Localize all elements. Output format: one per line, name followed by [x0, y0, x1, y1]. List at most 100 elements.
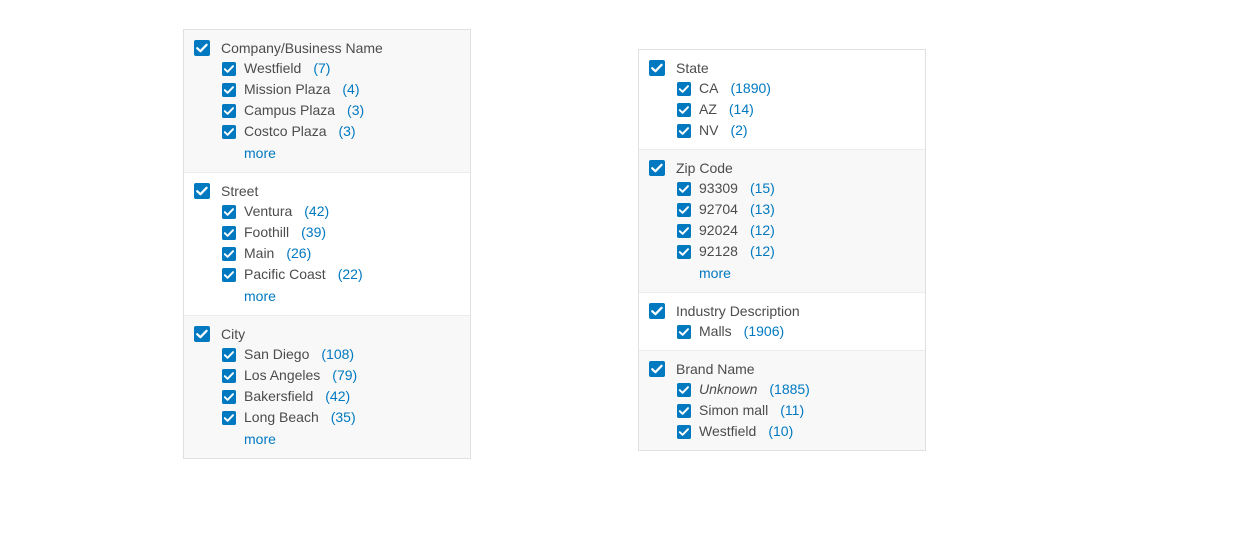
checkbox-group-street[interactable] [194, 183, 210, 199]
filter-item-count: (42) [325, 386, 350, 407]
checkbox-item-costco-plaza[interactable] [222, 125, 236, 139]
filter-item-label: San Diego [244, 344, 309, 365]
filter-item-count: (1890) [730, 78, 770, 99]
checkbox-item-ca[interactable] [677, 82, 691, 96]
filter-item-label: NV [699, 120, 718, 141]
filter-item-label: Ventura [244, 201, 292, 222]
filter-item-92128: 92128(12) [677, 241, 915, 262]
filter-item-ventura: Ventura (42) [222, 201, 460, 222]
filter-item-label: Westfield [244, 58, 301, 79]
filter-item-count: (1906) [744, 321, 784, 342]
filter-items: Westfield(7)Mission Plaza(4)Campus Plaza… [194, 58, 460, 164]
filter-item-count: (22) [338, 264, 363, 285]
filter-item-label: 93309 [699, 178, 738, 199]
checkbox-item-unknown[interactable] [677, 383, 691, 397]
more-link-street[interactable]: more [222, 285, 460, 307]
checkbox-item-san-diego[interactable] [222, 348, 236, 362]
filter-item-count: (79) [332, 365, 357, 386]
checkbox-item-93309[interactable] [677, 182, 691, 196]
checkbox-item-nv[interactable] [677, 124, 691, 138]
more-link-company-business-name[interactable]: more [222, 142, 460, 164]
filter-item-nv: NV(2) [677, 120, 915, 141]
filter-item-label: Main [244, 243, 274, 264]
filter-item-san-diego: San Diego(108) [222, 344, 460, 365]
checkbox-item-ventura[interactable] [222, 205, 236, 219]
checkbox-item-az[interactable] [677, 103, 691, 117]
filter-group-header-industry-description: Industry Description [649, 301, 915, 321]
checkbox-item-westfield[interactable] [222, 62, 236, 76]
filter-item-malls: Malls (1906) [677, 321, 915, 342]
filter-group-header-city: City [194, 324, 460, 344]
filter-items: CA(1890)AZ(14)NV(2) [649, 78, 915, 141]
filter-item-count: (35) [331, 407, 356, 428]
filter-items: Ventura (42)Foothill(39)Main(26)Pacific C… [194, 201, 460, 307]
filter-group-industry-description: Industry DescriptionMalls (1906) [639, 292, 925, 350]
checkbox-item-92704[interactable] [677, 203, 691, 217]
checkbox-item-foothill[interactable] [222, 226, 236, 240]
filter-item-count: (3) [338, 121, 355, 142]
filter-item-count: (3) [347, 100, 364, 121]
checkbox-item-bakersfield[interactable] [222, 390, 236, 404]
filter-item-92704: 92704(13) [677, 199, 915, 220]
filter-item-count: (42) [304, 201, 329, 222]
filter-item-label: Mission Plaza [244, 79, 330, 100]
filter-group-title: Brand Name [676, 359, 755, 379]
checkbox-item-main[interactable] [222, 247, 236, 261]
filter-item-main: Main(26) [222, 243, 460, 264]
checkbox-item-los-angeles[interactable] [222, 369, 236, 383]
filter-item-count: (14) [729, 99, 754, 120]
checkbox-item-malls[interactable] [677, 325, 691, 339]
filter-group-header-brand-name: Brand Name [649, 359, 915, 379]
more-link-city[interactable]: more [222, 428, 460, 450]
more-link-zip-code[interactable]: more [677, 262, 915, 284]
filter-item-label: Westfield [699, 421, 756, 442]
filter-item-label: Bakersfield [244, 386, 313, 407]
checkbox-group-industry-description[interactable] [649, 303, 665, 319]
checkbox-item-pacific-coast[interactable] [222, 268, 236, 282]
filter-item-bakersfield: Bakersfield (42) [222, 386, 460, 407]
checkbox-item-92128[interactable] [677, 245, 691, 259]
filter-items: San Diego(108)Los Angeles(79)Bakersfield… [194, 344, 460, 450]
filter-item-count: (10) [768, 421, 793, 442]
filter-item-ca: CA (1890) [677, 78, 915, 99]
filter-item-count: (7) [313, 58, 330, 79]
checkbox-item-long-beach[interactable] [222, 411, 236, 425]
filter-item-label: 92024 [699, 220, 738, 241]
checkbox-item-mission-plaza[interactable] [222, 83, 236, 97]
filter-item-count: (12) [750, 220, 775, 241]
checkbox-item-westfield[interactable] [677, 425, 691, 439]
filter-item-pacific-coast: Pacific Coast (22) [222, 264, 460, 285]
filter-item-count: (15) [750, 178, 775, 199]
filter-item-costco-plaza: Costco Plaza(3) [222, 121, 460, 142]
checkbox-group-zip-code[interactable] [649, 160, 665, 176]
filter-item-label: Long Beach [244, 407, 319, 428]
filter-group-street: StreetVentura(42)Foothill(39)Main(26)Pac… [184, 172, 470, 315]
filter-group-brand-name: Brand NameUnknown(1885)Simon mall(11)Wes… [639, 350, 925, 450]
filter-group-header-state: State [649, 58, 915, 78]
checkbox-item-92024[interactable] [677, 224, 691, 238]
checkbox-item-campus-plaza[interactable] [222, 104, 236, 118]
filter-item-foothill: Foothill(39) [222, 222, 460, 243]
filter-item-label: CA [699, 78, 718, 99]
checkbox-group-brand-name[interactable] [649, 361, 665, 377]
checkbox-group-state[interactable] [649, 60, 665, 76]
filter-group-header-company-business-name: Company/Business Name [194, 38, 460, 58]
filter-item-label: Pacific Coast [244, 264, 326, 285]
filter-items: 93309 (15)92704(13)92024 (12)92128(12)more [649, 178, 915, 284]
filter-item-93309: 93309 (15) [677, 178, 915, 199]
filter-group-title: Zip Code [676, 158, 733, 178]
filter-group-title: Industry Description [676, 301, 800, 321]
filter-item-label: Malls [699, 321, 732, 342]
filter-item-count: (4) [342, 79, 359, 100]
filter-group-company-business-name: Company/Business NameWestfield (7)Mission… [184, 30, 470, 172]
filter-group-state: StateCA(1890)AZ(14)NV(2) [639, 50, 925, 149]
checkbox-group-city[interactable] [194, 326, 210, 342]
filter-group-zip-code: Zip Code93309 (15)92704(13)92024 (12)92128… [639, 149, 925, 292]
filter-item-count: (1885) [769, 379, 809, 400]
checkbox-item-simon-mall[interactable] [677, 404, 691, 418]
filter-item-simon-mall: Simon mall(11) [677, 400, 915, 421]
filter-item-westfield: Westfield (7) [222, 58, 460, 79]
filter-item-long-beach: Long Beach (35) [222, 407, 460, 428]
filter-group-city: CitySan Diego(108)Los Angeles(79)Bakersf… [184, 315, 470, 458]
checkbox-group-company-business-name[interactable] [194, 40, 210, 56]
